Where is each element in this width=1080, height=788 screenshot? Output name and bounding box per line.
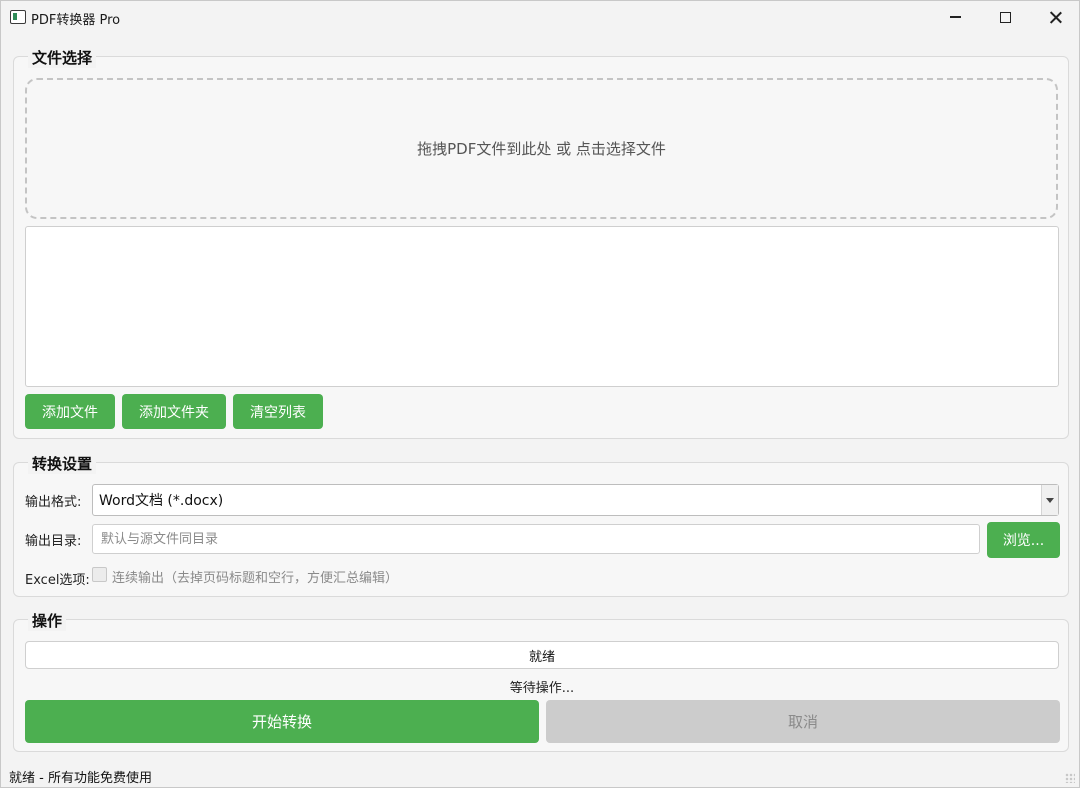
title-bar[interactable]: PDF转换器 Pro: [1, 1, 1079, 33]
dropdown-arrow[interactable]: [1041, 485, 1058, 515]
close-icon: [1049, 11, 1062, 24]
output-format-select[interactable]: Word文档 (*.docx): [92, 484, 1059, 516]
continuous-output-checkbox[interactable]: [92, 567, 107, 582]
add-file-button[interactable]: 添加文件: [25, 394, 115, 429]
actions-group: 操作 就绪 等待操作... 开始转换 取消: [13, 610, 1069, 752]
maximize-button[interactable]: [980, 1, 1030, 33]
browse-button[interactable]: 浏览...: [987, 522, 1060, 558]
maximize-icon: [999, 11, 1011, 23]
main-window: PDF转换器 Pro 文件选择 拖拽PDF文件到此处 或 点击选择文件 添加文件…: [0, 0, 1080, 788]
output-dir-input[interactable]: [92, 524, 980, 554]
add-folder-button[interactable]: 添加文件夹: [122, 394, 226, 429]
close-button[interactable]: [1030, 1, 1080, 33]
status-message: 等待操作...: [509, 681, 575, 696]
drop-zone-text: 拖拽PDF文件到此处 或 点击选择文件: [417, 140, 666, 158]
output-dir-label: 输出目录:: [25, 534, 82, 549]
file-selection-group: 文件选择 拖拽PDF文件到此处 或 点击选择文件 添加文件 添加文件夹 清空列表: [13, 47, 1069, 439]
drop-zone[interactable]: 拖拽PDF文件到此处 或 点击选择文件: [25, 78, 1058, 219]
minimize-icon: [949, 16, 961, 18]
actions-title: 操作: [28, 610, 67, 631]
chevron-down-icon: [1046, 497, 1054, 503]
continuous-output-label[interactable]: 连续输出（去掉页码标题和空行，方便汇总编辑）: [112, 567, 398, 586]
file-list[interactable]: [25, 226, 1059, 387]
excel-options-label: Excel选项:: [25, 573, 90, 588]
resize-grip-icon[interactable]: [1065, 773, 1075, 783]
clear-list-button[interactable]: 清空列表: [233, 394, 323, 429]
cancel-button[interactable]: 取消: [546, 700, 1060, 743]
progress-text: 就绪: [528, 649, 555, 665]
minimize-button[interactable]: [930, 1, 980, 33]
window-title: PDF转换器 Pro: [31, 13, 121, 28]
app-icon: [10, 10, 26, 24]
file-selection-title: 文件选择: [28, 47, 97, 68]
conversion-settings-group: 转换设置 输出格式: Word文档 (*.docx) 输出目录: 浏览... E…: [13, 453, 1069, 597]
progress-bar: 就绪: [25, 641, 1059, 669]
status-bar: 就绪 - 所有功能免费使用: [9, 771, 152, 786]
start-convert-button[interactable]: 开始转换: [25, 700, 539, 743]
output-format-label: 输出格式:: [25, 495, 82, 510]
conversion-settings-title: 转换设置: [28, 453, 97, 474]
output-format-value: Word文档 (*.docx): [99, 493, 224, 509]
